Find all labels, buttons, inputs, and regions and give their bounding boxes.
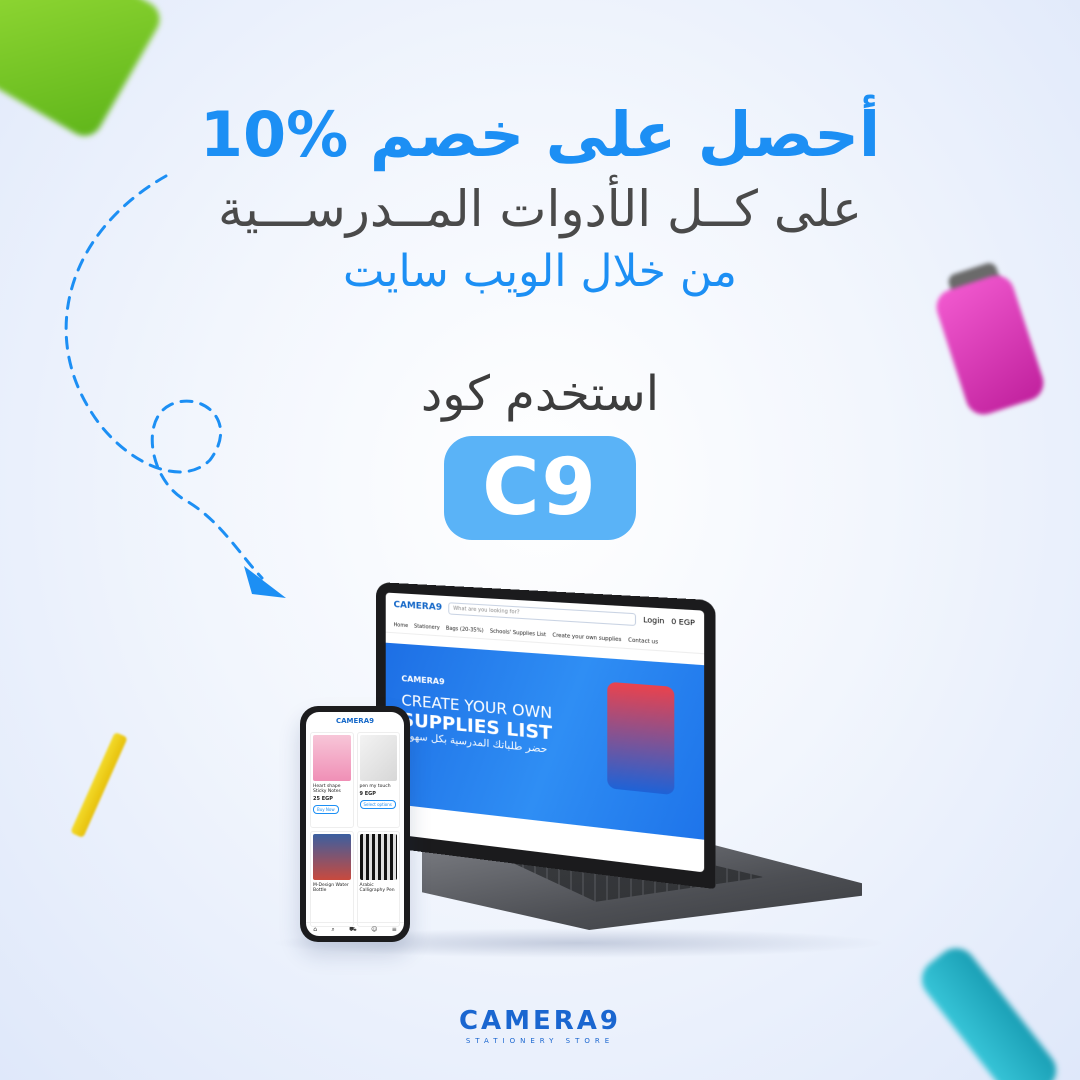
site-nav-item: Schools' Supplies List xyxy=(489,627,547,638)
product-card: Arabic Calligraphy Pen xyxy=(356,831,400,927)
product-grid: Heart shape Sticky Notes 25 EGP Buy Now … xyxy=(306,730,404,929)
phone-logo: CAMERA9 xyxy=(336,717,374,725)
site-nav-item: Contact us xyxy=(628,636,659,646)
product-name: M-Design Water Bottle xyxy=(313,883,349,893)
product-image xyxy=(313,735,351,781)
site-hero-banner: CAMERA9 CREATE YOUR OWN SUPPLIES LIST حض… xyxy=(385,642,705,840)
product-image xyxy=(359,834,397,880)
via-website-line: من خلال الويب سايت xyxy=(343,246,737,297)
product-card: Heart shape Sticky Notes 25 EGP Buy Now xyxy=(310,732,354,828)
product-image xyxy=(359,735,397,781)
site-logo: CAMERA9 xyxy=(393,600,443,614)
laptop-lid: CAMERA9 What are you looking for? Login … xyxy=(376,582,716,890)
brand-tagline: STATIONERY STORE xyxy=(465,1037,615,1045)
search-icon: ⌕ xyxy=(331,925,335,933)
product-name: pen my touch xyxy=(359,784,391,789)
discount-text: أحصل على خصم xyxy=(369,98,881,171)
phone-mockup: CAMERA9 Heart shape Sticky Notes 25 EGP … xyxy=(300,706,410,942)
product-image xyxy=(313,834,351,880)
promo-code-badge: C9 xyxy=(444,436,636,540)
phone-screen: CAMERA9 Heart shape Sticky Notes 25 EGP … xyxy=(306,712,404,936)
phone-tab-bar: ⌂ ⌕ ⛟ ☺ ≡ xyxy=(306,922,404,936)
product-name: Arabic Calligraphy Pen xyxy=(359,883,395,893)
site-cart-total: 0 EGP xyxy=(671,617,695,628)
menu-icon: ≡ xyxy=(391,926,397,933)
site-nav-item: Create your own supplies xyxy=(552,631,622,643)
discount-headline: أحصل على خصم 10% xyxy=(0,98,1080,171)
ad-canvas: أحصل على خصم 10% على كــل الأدوات المــد… xyxy=(0,0,1080,1080)
buy-now-button: Buy Now xyxy=(313,805,339,814)
all-school-supplies-line: على كــل الأدوات المــدرســـية xyxy=(218,180,862,238)
site-nav-item: Stationery xyxy=(414,622,440,631)
backpack-image xyxy=(607,681,675,796)
pencil-decoration xyxy=(70,731,128,839)
user-icon: ☺ xyxy=(371,926,378,933)
home-icon: ⌂ xyxy=(313,926,317,933)
site-nav-item: Bags (20-35%) xyxy=(445,625,484,634)
product-price: 9 EGP xyxy=(359,791,376,797)
cart-icon: ⛟ xyxy=(349,925,357,933)
product-name: Heart shape Sticky Notes xyxy=(313,784,341,794)
brand-name: CAMERA9 xyxy=(458,1006,622,1036)
site-login: Login xyxy=(643,615,665,626)
site-nav-item: Home xyxy=(393,621,409,629)
select-options-button: Select options xyxy=(359,800,396,809)
brand-logo: CAMERA9 STATIONERY STORE xyxy=(0,1006,1080,1045)
laptop-screen: CAMERA9 What are you looking for? Login … xyxy=(385,592,705,873)
product-card: pen my touch 9 EGP Select options xyxy=(356,732,400,828)
product-price: 25 EGP xyxy=(313,796,333,802)
product-card: M-Design Water Bottle xyxy=(310,831,354,927)
discount-percent: 10% xyxy=(199,98,349,171)
use-code-label: استخدم كود xyxy=(420,366,660,422)
